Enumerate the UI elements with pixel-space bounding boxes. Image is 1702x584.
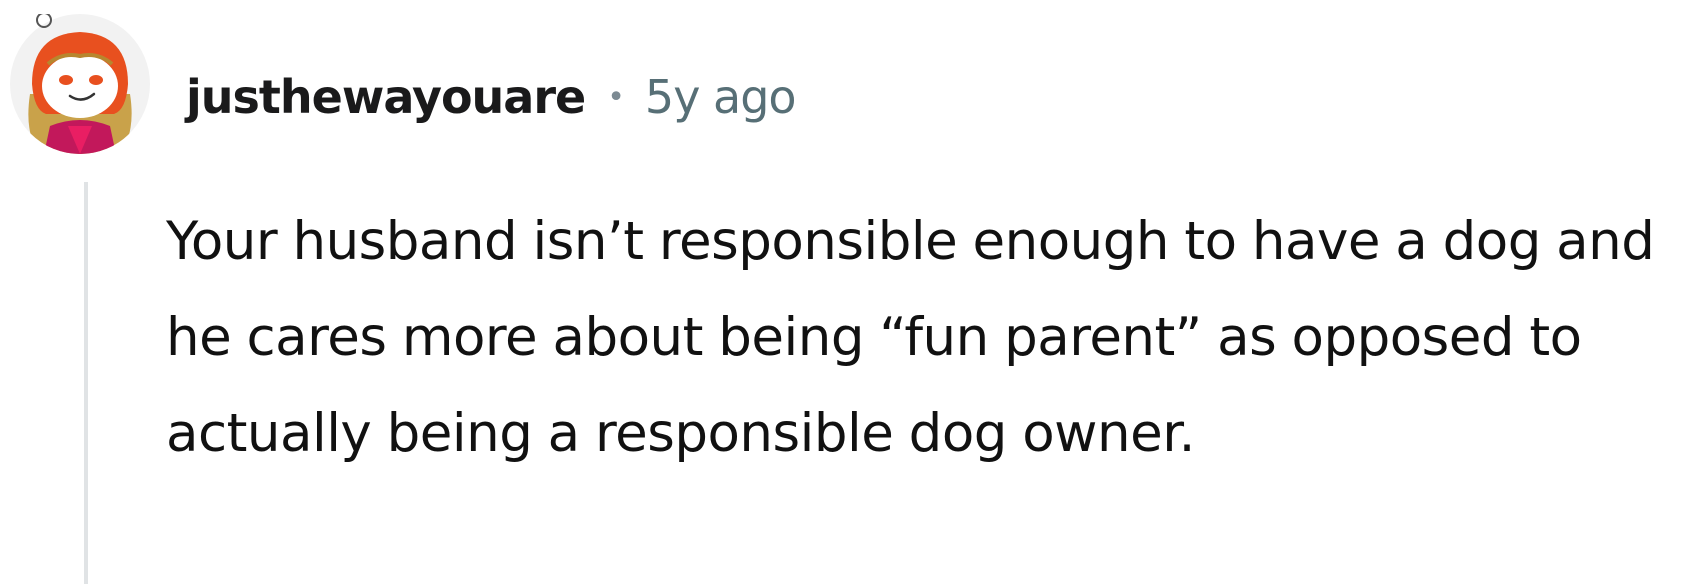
thread-line[interactable] (84, 182, 88, 584)
username-link[interactable]: justhewayouare (186, 70, 586, 124)
timestamp[interactable]: 5y ago (645, 70, 797, 124)
snoo-avatar-icon (10, 14, 150, 154)
comment-body: Your husband isn’t responsible enough to… (166, 211, 1655, 464)
comment-header: justhewayouare • 5y ago (186, 62, 797, 132)
avatar[interactable] (10, 14, 150, 154)
separator-dot: • (607, 79, 625, 115)
comment: justhewayouare • 5y ago Your husband isn… (0, 0, 1702, 584)
